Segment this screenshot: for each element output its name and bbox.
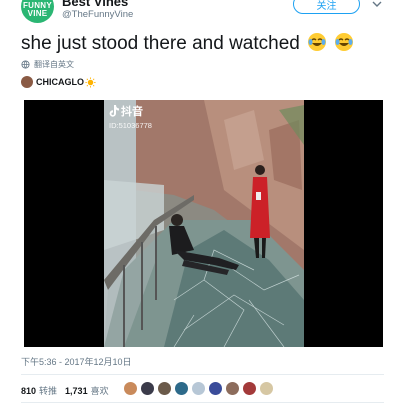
divider <box>21 402 384 403</box>
tiktok-watermark: 抖音 <box>108 103 143 119</box>
chevron-down-icon[interactable] <box>372 0 382 9</box>
credit-avatar <box>21 76 33 88</box>
liker-avatar[interactable] <box>174 381 189 396</box>
liker-avatar[interactable] <box>259 381 274 396</box>
video-frame <box>24 100 383 347</box>
liker-avatar[interactable] <box>140 381 155 396</box>
credit-row: CHICAGLO <box>21 76 96 88</box>
like-count[interactable]: 1,731 <box>65 386 88 396</box>
logo-line2: VINE <box>27 9 48 18</box>
author-avatar[interactable]: FUNNY VINE <box>21 0 54 23</box>
translate-label: 翻译自英文 <box>34 60 74 69</box>
like-label[interactable]: 喜欢 <box>91 384 109 397</box>
translate-link[interactable]: 翻译自英文 <box>21 59 74 70</box>
tweet-body: she just stood there and watched <box>21 33 300 54</box>
tweet-text: she just stood there and watched <box>21 32 354 55</box>
retweet-label[interactable]: 转推 <box>39 384 57 397</box>
follow-button[interactable]: 关注 <box>293 0 360 14</box>
tweet-timestamp[interactable]: 下午5:36 - 2017年12月10日 <box>21 355 132 368</box>
divider <box>21 374 384 375</box>
watermark-app: 抖音 <box>121 106 143 118</box>
globe-icon <box>21 60 30 69</box>
music-note-icon <box>109 105 119 117</box>
watermark-id: ID:51036778 <box>109 121 152 130</box>
liker-avatar[interactable] <box>157 381 172 396</box>
stats-row: 810 转推 1,731 喜欢 <box>21 384 117 397</box>
laughing-emoji-icon <box>335 33 354 51</box>
video-player[interactable] <box>24 100 383 347</box>
liker-avatar[interactable] <box>225 381 240 396</box>
author-name[interactable]: Best Vines <box>62 0 128 9</box>
liker-avatar[interactable] <box>191 381 206 396</box>
retweet-count[interactable]: 810 <box>21 386 36 396</box>
laughing-emoji-icon <box>308 33 327 51</box>
author-handle[interactable]: @TheFunnyVine <box>62 9 133 20</box>
sun-icon <box>85 76 96 88</box>
liker-avatar[interactable] <box>123 381 138 396</box>
liker-avatar[interactable] <box>208 381 223 396</box>
liker-avatar[interactable] <box>242 381 257 396</box>
likers-avatars <box>123 381 276 396</box>
credit-name: CHICAGLO <box>36 77 84 87</box>
